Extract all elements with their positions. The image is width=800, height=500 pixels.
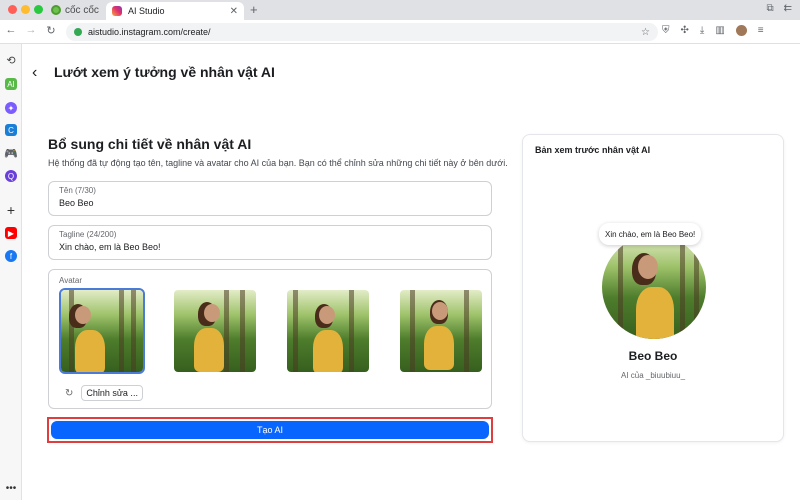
history-icon[interactable]: ⟲ [5, 54, 17, 67]
menu-icon[interactable]: ≡ [758, 25, 764, 36]
page-content: ‹ Lướt xem ý tưởng về nhân vật AI Bổ sun… [22, 44, 800, 500]
profile-avatar[interactable] [735, 25, 747, 36]
sidebar-toggle-icon[interactable]: ▥ [715, 25, 724, 36]
tab-ai-studio[interactable]: AI Studio ✕ [106, 2, 244, 20]
close-window-button[interactable] [8, 5, 17, 14]
avatar-option-1[interactable] [59, 288, 145, 374]
facebook-icon[interactable]: f [5, 250, 17, 262]
ai-assistant-icon[interactable]: AI [5, 78, 17, 90]
address-bar[interactable]: aistudio.instagram.com/create/ ☆ [66, 23, 658, 41]
back-arrow-icon[interactable]: ‹ [32, 64, 37, 82]
tab-search-icon[interactable]: ⇇ [784, 3, 792, 14]
browser-brand-label: cốc cốc [65, 4, 99, 16]
browser-tab-bar: cốc cốc AI Studio ✕ + ⧉ ⇇ [0, 0, 800, 20]
name-field[interactable]: Tên (7/30) Beo Beo [48, 181, 492, 216]
avatar-option-3[interactable] [287, 290, 369, 372]
game-icon[interactable]: 🎮 [4, 147, 18, 160]
page-title: Lướt xem ý tưởng về nhân vật AI [54, 64, 275, 80]
preview-photo [602, 235, 706, 339]
avatar-photo [400, 290, 482, 372]
avatar-photo [61, 290, 143, 372]
download-icon[interactable]: ⤓ [700, 25, 704, 36]
section-description: Hệ thống đã tự động tạo tên, tagline và … [48, 158, 508, 168]
instagram-icon [112, 6, 122, 16]
extension-icons: ⛨ ✣ ⤓ ▥ ≡ [662, 25, 764, 36]
coccoc-logo-icon [51, 5, 61, 15]
edit-avatar-button[interactable]: ↻ Chỉnh sửa ... [59, 384, 149, 402]
preview-card: Bản xem trước nhân vật AI Xin chào, em l… [522, 134, 784, 442]
greeting-bubble: Xin chào, em là Beo Beo! [599, 223, 702, 245]
add-app-icon[interactable]: + [5, 202, 17, 218]
preview-title: Bản xem trước nhân vật AI [535, 145, 651, 155]
maximize-window-button[interactable] [34, 5, 43, 14]
tagline-field-label: Tagline (24/200) [59, 230, 117, 239]
tabbar-actions: ⧉ ⇇ [766, 3, 792, 14]
section-title: Bổ sung chi tiết về nhân vật AI [48, 136, 252, 152]
avatar-label: Avatar [59, 276, 82, 285]
name-input[interactable]: Beo Beo [59, 198, 481, 208]
preview-name: Beo Beo [628, 349, 678, 363]
avatar-option-2[interactable] [174, 290, 256, 372]
preview-avatar [602, 235, 706, 339]
site-security-icon[interactable] [74, 28, 82, 36]
picture-in-picture-icon[interactable]: ⧉ [766, 3, 773, 14]
tab-title: AI Studio [128, 6, 165, 16]
browser-brand[interactable]: cốc cốc [51, 2, 99, 18]
edit-avatar-label: Chỉnh sửa ... [81, 385, 143, 401]
dictionary-icon[interactable]: C [5, 124, 17, 136]
close-tab-icon[interactable]: ✕ [230, 6, 238, 17]
avatar-picker: Avatar ↻ Chỉnh sửa ... [48, 269, 492, 409]
forward-nav-icon[interactable]: → [24, 24, 38, 36]
url-text[interactable]: aistudio.instagram.com/create/ [88, 27, 641, 37]
browser-sidebar: ⟲ AI ✦ C 🎮 Q + ▶ f ••• [0, 44, 22, 500]
back-nav-icon[interactable]: ← [4, 24, 18, 36]
avatar-photo [174, 290, 256, 372]
preview-owner: AI của _biuubiuu_ [620, 371, 686, 380]
create-ai-button[interactable]: Tạo AI [51, 421, 489, 439]
reload-icon[interactable]: ↻ [44, 24, 58, 37]
avatar-option-4[interactable] [400, 290, 482, 372]
avatar-photo [287, 290, 369, 372]
messenger-icon[interactable]: ✦ [5, 102, 17, 114]
search-app-icon[interactable]: Q [5, 170, 17, 182]
browser-toolbar: ← → ↻ aistudio.instagram.com/create/ ☆ ⛨… [0, 20, 800, 44]
more-apps-icon[interactable]: ••• [5, 482, 17, 494]
refresh-icon: ↻ [65, 387, 74, 399]
puzzle-extension-icon[interactable]: ✣ [681, 25, 689, 36]
new-tab-icon[interactable]: + [250, 2, 258, 17]
minimize-window-button[interactable] [21, 5, 30, 14]
tagline-field[interactable]: Tagline (24/200) Xin chào, em là Beo Beo… [48, 225, 492, 260]
bookmark-star-icon[interactable]: ☆ [641, 27, 650, 38]
shield-extension-icon[interactable]: ⛨ [662, 25, 670, 36]
name-field-label: Tên (7/30) [59, 186, 96, 195]
youtube-icon[interactable]: ▶ [5, 227, 17, 239]
tagline-input[interactable]: Xin chào, em là Beo Beo! [59, 242, 481, 252]
create-button-highlight: Tạo AI [47, 417, 493, 443]
